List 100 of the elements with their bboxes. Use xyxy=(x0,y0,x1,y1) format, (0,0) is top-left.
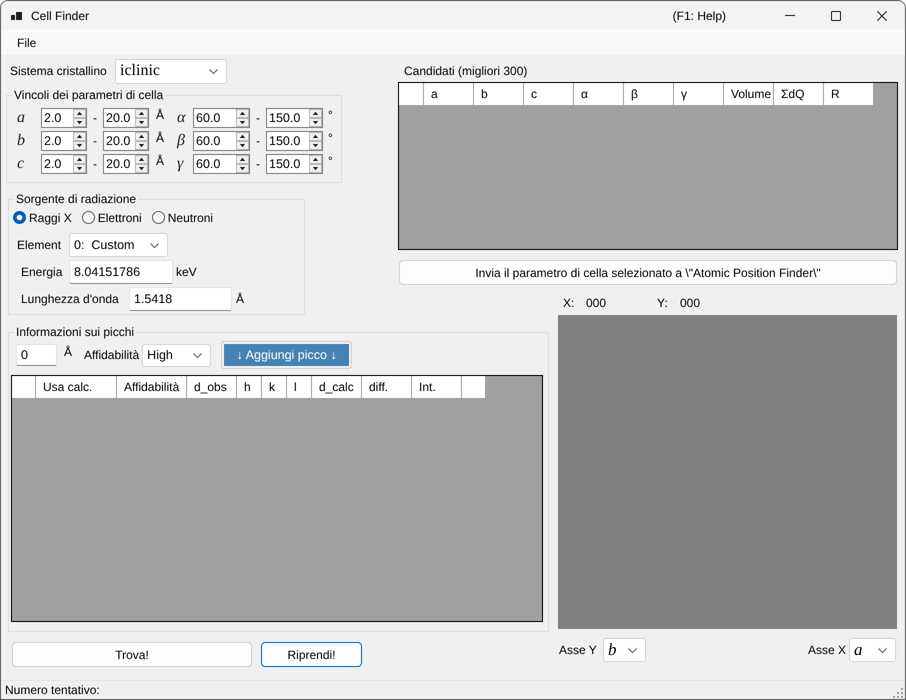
number-spinner[interactable]: 2.0 xyxy=(41,108,87,128)
spin-up-icon[interactable] xyxy=(309,155,322,164)
spin-down-icon[interactable] xyxy=(73,164,86,173)
column-header[interactable]: l xyxy=(287,376,312,398)
reliability-label: Affidabilità xyxy=(84,348,140,362)
element-dropdown[interactable]: 0: Custom xyxy=(69,233,168,257)
column-header[interactable]: α xyxy=(574,83,624,105)
spin-down-icon[interactable] xyxy=(236,118,249,127)
radio-label[interactable]: Elettroni xyxy=(98,210,142,224)
number-spinner[interactable]: 150.0 xyxy=(266,108,323,128)
column-header[interactable]: β xyxy=(624,83,674,105)
column-header[interactable]: k xyxy=(262,376,287,398)
action-button[interactable]: Trova! xyxy=(12,642,252,667)
spin-down-icon[interactable] xyxy=(236,164,249,173)
x-axis-label: Asse X xyxy=(808,643,848,657)
resize-grip-icon[interactable] xyxy=(893,688,903,698)
column-header[interactable]: ΣdQ xyxy=(774,83,824,105)
spin-up-icon[interactable] xyxy=(309,132,322,141)
minimize-icon xyxy=(785,15,795,16)
number-spinner[interactable]: 20.0 xyxy=(103,108,149,128)
spin-up-icon[interactable] xyxy=(135,155,148,164)
number-spinner[interactable]: 150.0 xyxy=(266,154,323,174)
energy-field[interactable]: 8.04151786 xyxy=(69,260,173,284)
unit-label: Å xyxy=(155,131,166,145)
column-header[interactable]: Usa calc. xyxy=(36,376,117,398)
spin-down-icon[interactable] xyxy=(135,141,148,150)
spin-down-icon[interactable] xyxy=(309,141,322,150)
radio-label[interactable]: Neutroni xyxy=(168,210,214,224)
number-spinner[interactable]: 60.0 xyxy=(193,154,250,174)
spin-down-icon[interactable] xyxy=(309,164,322,173)
spin-up-icon[interactable] xyxy=(309,109,322,118)
column-header[interactable]: h xyxy=(237,376,262,398)
number-spinner[interactable]: 150.0 xyxy=(266,131,323,151)
number-spinner[interactable]: 20.0 xyxy=(103,154,149,174)
column-header[interactable]: γ xyxy=(674,83,724,105)
column-header[interactable]: b xyxy=(474,83,524,105)
chevron-down-icon xyxy=(193,352,202,358)
help-hint: (F1: Help) xyxy=(672,8,726,22)
spin-down-icon[interactable] xyxy=(73,118,86,127)
spin-down-icon[interactable] xyxy=(73,141,86,150)
radio-selected-icon[interactable] xyxy=(13,211,26,224)
spin-up-icon[interactable] xyxy=(236,132,249,141)
x-axis-dropdown[interactable]: a xyxy=(849,638,896,662)
column-header[interactable]: diff. xyxy=(362,376,412,398)
d-value-field[interactable]: 0 xyxy=(16,344,57,366)
wavelength-field[interactable]: 1.5418 xyxy=(129,287,232,311)
column-header[interactable]: Volume xyxy=(724,83,774,105)
radio-icon[interactable] xyxy=(82,211,95,224)
column-header[interactable]: R xyxy=(824,83,874,105)
spin-up-icon[interactable] xyxy=(135,132,148,141)
number-spinner[interactable]: 2.0 xyxy=(41,131,87,151)
spin-up-icon[interactable] xyxy=(73,132,86,141)
column-header[interactable]: d_calc xyxy=(312,376,362,398)
radio-option[interactable]: Raggi X xyxy=(13,210,72,224)
spin-up-icon[interactable] xyxy=(135,109,148,118)
radio-label[interactable]: Raggi X xyxy=(29,210,72,224)
chevron-down-icon xyxy=(150,242,159,248)
y-coordinate-label: Y: xyxy=(657,296,669,310)
number-spinner[interactable]: 20.0 xyxy=(103,131,149,151)
y-axis-label: Asse Y xyxy=(559,643,598,657)
group-title: Vincoli dei parametri di cella xyxy=(13,88,164,102)
add-peak-button[interactable]: ↓ Aggiungi picco ↓ xyxy=(221,341,352,369)
radio-option[interactable]: Elettroni xyxy=(82,210,142,224)
action-button[interactable]: Riprendi! xyxy=(261,642,362,667)
radio-icon[interactable] xyxy=(152,211,165,224)
peaks-table[interactable]: Usa calc. Affidabilità d_obs h k l d_calc diff. Int. xyxy=(11,375,543,622)
parameter-symbol: α xyxy=(176,109,187,127)
parameter-symbol: γ xyxy=(176,155,185,173)
column-header[interactable]: d_obs xyxy=(187,376,237,398)
number-spinner[interactable]: 60.0 xyxy=(193,131,250,151)
energy-label: Energia xyxy=(21,265,64,279)
candidates-table[interactable]: a b c α β γ Volume ΣdQ R xyxy=(398,82,898,250)
spin-down-icon[interactable] xyxy=(135,118,148,127)
menu-item[interactable]: File xyxy=(10,34,44,52)
range-separator: - xyxy=(255,111,261,125)
column-header[interactable]: c xyxy=(524,83,574,105)
column-header[interactable]: a xyxy=(424,83,474,105)
y-axis-dropdown[interactable]: b xyxy=(603,638,646,662)
parameter-symbol: c xyxy=(17,155,26,173)
radio-option[interactable]: Neutroni xyxy=(152,210,214,224)
spin-down-icon[interactable] xyxy=(135,164,148,173)
spin-down-icon[interactable] xyxy=(236,141,249,150)
column-header[interactable]: Affidabilità xyxy=(117,376,187,398)
spin-up-icon[interactable] xyxy=(73,109,86,118)
number-spinner[interactable]: 60.0 xyxy=(193,108,250,128)
row-header-corner xyxy=(12,376,36,398)
column-header[interactable]: Int. xyxy=(412,376,462,398)
crystal-system-dropdown[interactable]: iclinic xyxy=(115,58,227,84)
y-coordinate-value: 000 xyxy=(680,296,700,310)
parameter-symbol: b xyxy=(17,132,26,150)
candidates-title: Candidati (migliori 300) xyxy=(404,64,528,78)
reliability-dropdown[interactable]: High xyxy=(142,344,212,366)
number-spinner[interactable]: 2.0 xyxy=(41,154,87,174)
spin-up-icon[interactable] xyxy=(236,109,249,118)
spin-up-icon[interactable] xyxy=(73,155,86,164)
spin-down-icon[interactable] xyxy=(309,118,322,127)
range-separator: - xyxy=(92,111,98,125)
unit-label: Å xyxy=(155,154,166,168)
send-parameter-button[interactable]: Invia il parametro di cella selezionato a \"Atomic Position Finder\" xyxy=(399,260,897,285)
spin-up-icon[interactable] xyxy=(236,155,249,164)
